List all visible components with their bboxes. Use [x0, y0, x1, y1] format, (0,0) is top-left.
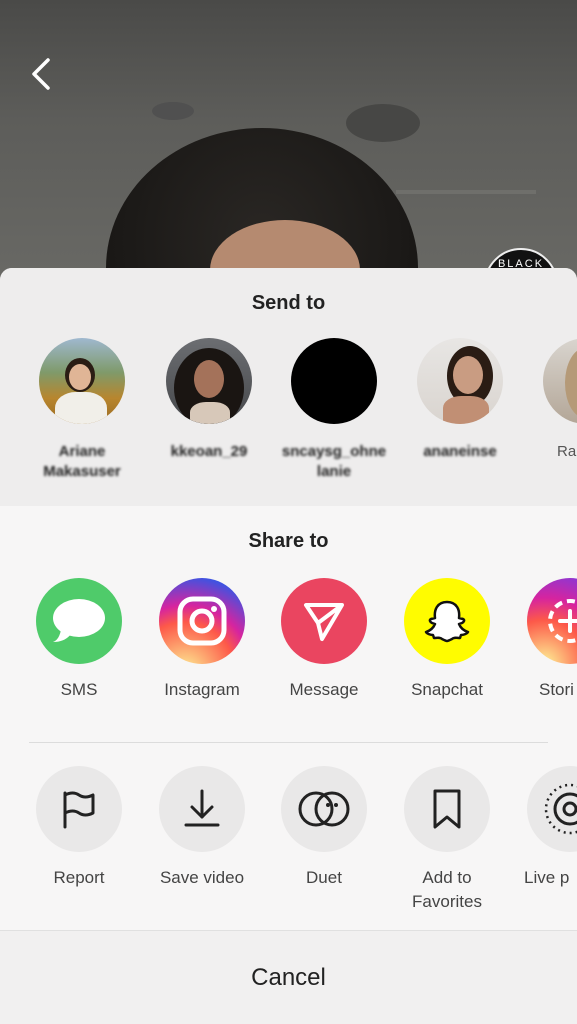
- share-sheet: Send to Ariane Makasuser kkeoan_29 sncay…: [0, 268, 577, 1024]
- contact-item[interactable]: kkeoan_29: [154, 338, 264, 462]
- duet-action-circle: [281, 766, 367, 852]
- report-button[interactable]: Report: [19, 766, 139, 890]
- stories-app-circle: [527, 578, 577, 664]
- snapchat-ghost-icon: [424, 600, 470, 643]
- app-label: Stori: [539, 680, 574, 699]
- contact-name: Ra: [557, 443, 577, 460]
- save-video-action-circle: [159, 766, 245, 852]
- back-button[interactable]: [22, 52, 66, 96]
- share-stories-button[interactable]: Stori: [510, 578, 577, 702]
- ceiling-fixture: [396, 190, 536, 194]
- action-label: Report: [53, 868, 105, 887]
- avatar: [417, 338, 503, 424]
- save-video-button[interactable]: Save video: [142, 766, 262, 890]
- instagram-app-circle: [159, 578, 245, 664]
- duet-icon: [298, 791, 350, 827]
- action-label: Save video: [159, 868, 245, 887]
- action-label: Duet: [306, 868, 342, 887]
- share-sms-button[interactable]: SMS: [19, 578, 139, 702]
- avatar: [291, 338, 377, 424]
- contact-name: kkeoan_29: [170, 443, 248, 460]
- avatar: [543, 338, 577, 424]
- live-photo-icon: [544, 783, 577, 835]
- section-divider: [29, 742, 548, 743]
- add-to-favorites-button[interactable]: Add to Favorites: [387, 766, 507, 914]
- contact-item[interactable]: Ariane Makasuser: [27, 338, 137, 482]
- speech-bubble-icon: [53, 599, 105, 642]
- app-label: Snapchat: [411, 680, 483, 699]
- ceiling-light: [346, 104, 420, 142]
- contact-name: ananeinse: [423, 443, 497, 460]
- flag-icon: [63, 791, 95, 829]
- ceiling-light: [152, 102, 194, 120]
- contact-item[interactable]: sncaysg_ohne lanie: [279, 338, 389, 482]
- action-label: Live p: [524, 868, 570, 887]
- favorites-action-circle: [404, 766, 490, 852]
- message-app-circle: [281, 578, 367, 664]
- live-photo-action-circle: [527, 766, 577, 852]
- send-to-section: Send to Ariane Makasuser kkeoan_29 sncay…: [0, 268, 577, 506]
- contact-item[interactable]: Ra: [531, 338, 577, 462]
- download-icon: [184, 789, 220, 827]
- video-preview: [0, 0, 577, 300]
- stories-plus-icon: [548, 599, 577, 643]
- send-arrow-icon: [304, 603, 344, 641]
- app-label: Instagram: [164, 680, 240, 699]
- app-label: Message: [289, 680, 359, 699]
- share-message-button[interactable]: Message: [264, 578, 384, 702]
- share-snapchat-button[interactable]: Snapchat: [387, 578, 507, 702]
- send-to-title: Send to: [251, 292, 326, 314]
- share-instagram-button[interactable]: Instagram: [142, 578, 262, 702]
- avatar: [166, 338, 252, 424]
- snapchat-app-circle: [404, 578, 490, 664]
- bookmark-icon: [433, 789, 461, 829]
- instagram-icon: [177, 596, 227, 646]
- share-to-title: Share to: [248, 530, 329, 552]
- live-photo-button[interactable]: Live p: [510, 766, 577, 890]
- chevron-left-icon: [32, 58, 50, 90]
- avatar: [39, 338, 125, 424]
- report-action-circle: [36, 766, 122, 852]
- contact-name: sncaysg_ohne lanie: [281, 443, 387, 480]
- contact-item[interactable]: ananeinse: [405, 338, 515, 462]
- contact-name: Ariane Makasuser: [43, 443, 121, 480]
- cancel-button[interactable]: Cancel: [0, 931, 577, 1024]
- app-label: SMS: [60, 680, 98, 699]
- cancel-bar: Cancel: [0, 930, 577, 1024]
- action-label: Add to Favorites: [412, 868, 482, 911]
- sms-app-circle: [36, 578, 122, 664]
- duet-button[interactable]: Duet: [264, 766, 384, 890]
